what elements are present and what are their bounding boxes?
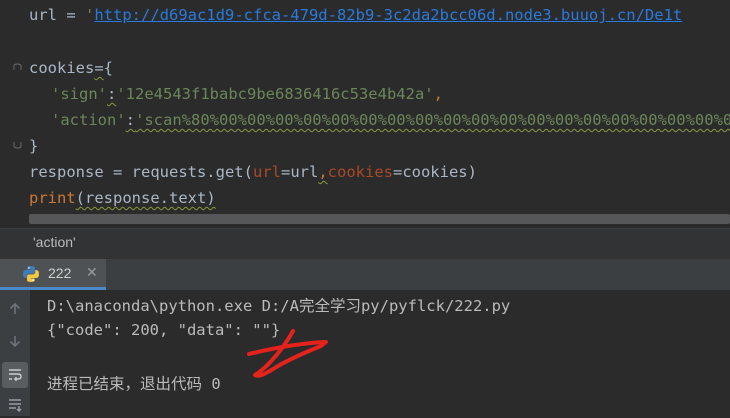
- arrow-up-button[interactable]: [2, 296, 28, 322]
- fold-icon[interactable]: [13, 140, 22, 149]
- url-link[interactable]: http://d69ac1d9-cfca-479d-82b9-3c2da2bcc…: [94, 6, 682, 24]
- variable: url: [29, 6, 57, 24]
- console-toolbar: [0, 290, 30, 416]
- code-line[interactable]: print(response.text): [29, 185, 216, 211]
- console-exit-line: 进程已结束，退出代码 0: [47, 375, 221, 393]
- arrow-up-icon: [9, 302, 21, 314]
- soft-wrap-icon: [9, 369, 22, 382]
- breadcrumb[interactable]: 'action': [0, 228, 730, 258]
- run-tab-label: 222: [48, 265, 72, 281]
- gutter: [0, 0, 16, 228]
- code-line[interactable]: response = requests.get(url=url,cookies=…: [29, 159, 477, 185]
- console-output-line: {"code": 200, "data": ""}: [47, 321, 281, 339]
- code-line[interactable]: url = 'http://d69ac1d9-cfca-479d-82b9-3c…: [29, 2, 682, 28]
- breadcrumb-item[interactable]: 'action': [33, 234, 76, 250]
- code-line[interactable]: 'action':'scan%80%00%00%00%00%00%00%00%0…: [51, 107, 730, 133]
- arrow-down-icon: [9, 336, 21, 348]
- fold-icon[interactable]: [13, 63, 22, 72]
- code-line[interactable]: }: [29, 133, 38, 159]
- code-editor[interactable]: url = 'http://d69ac1d9-cfca-479d-82b9-3c…: [0, 0, 730, 228]
- run-tool-window-tabs: 222 ✕: [0, 258, 730, 290]
- code-line[interactable]: cookies={: [29, 55, 113, 81]
- close-icon[interactable]: ✕: [86, 264, 98, 281]
- console-command-line: D:\anaconda\python.exe D:/A完全学习py/pyflck…: [47, 297, 511, 315]
- arrow-down-button[interactable]: [2, 328, 28, 354]
- scroll-to-end-icon: [9, 399, 22, 412]
- soft-wrap-button[interactable]: [2, 362, 28, 388]
- code-line[interactable]: 'sign':'12e4543f1babc9be6836416c53e4b42a…: [51, 81, 443, 107]
- run-tab[interactable]: 222 ✕: [0, 259, 106, 290]
- python-icon: [23, 266, 39, 282]
- horizontal-scrollbar[interactable]: [29, 214, 730, 224]
- console-output[interactable]: D:\anaconda\python.exe D:/A完全学习py/pyflck…: [30, 290, 730, 416]
- scroll-to-end-button[interactable]: [2, 392, 28, 418]
